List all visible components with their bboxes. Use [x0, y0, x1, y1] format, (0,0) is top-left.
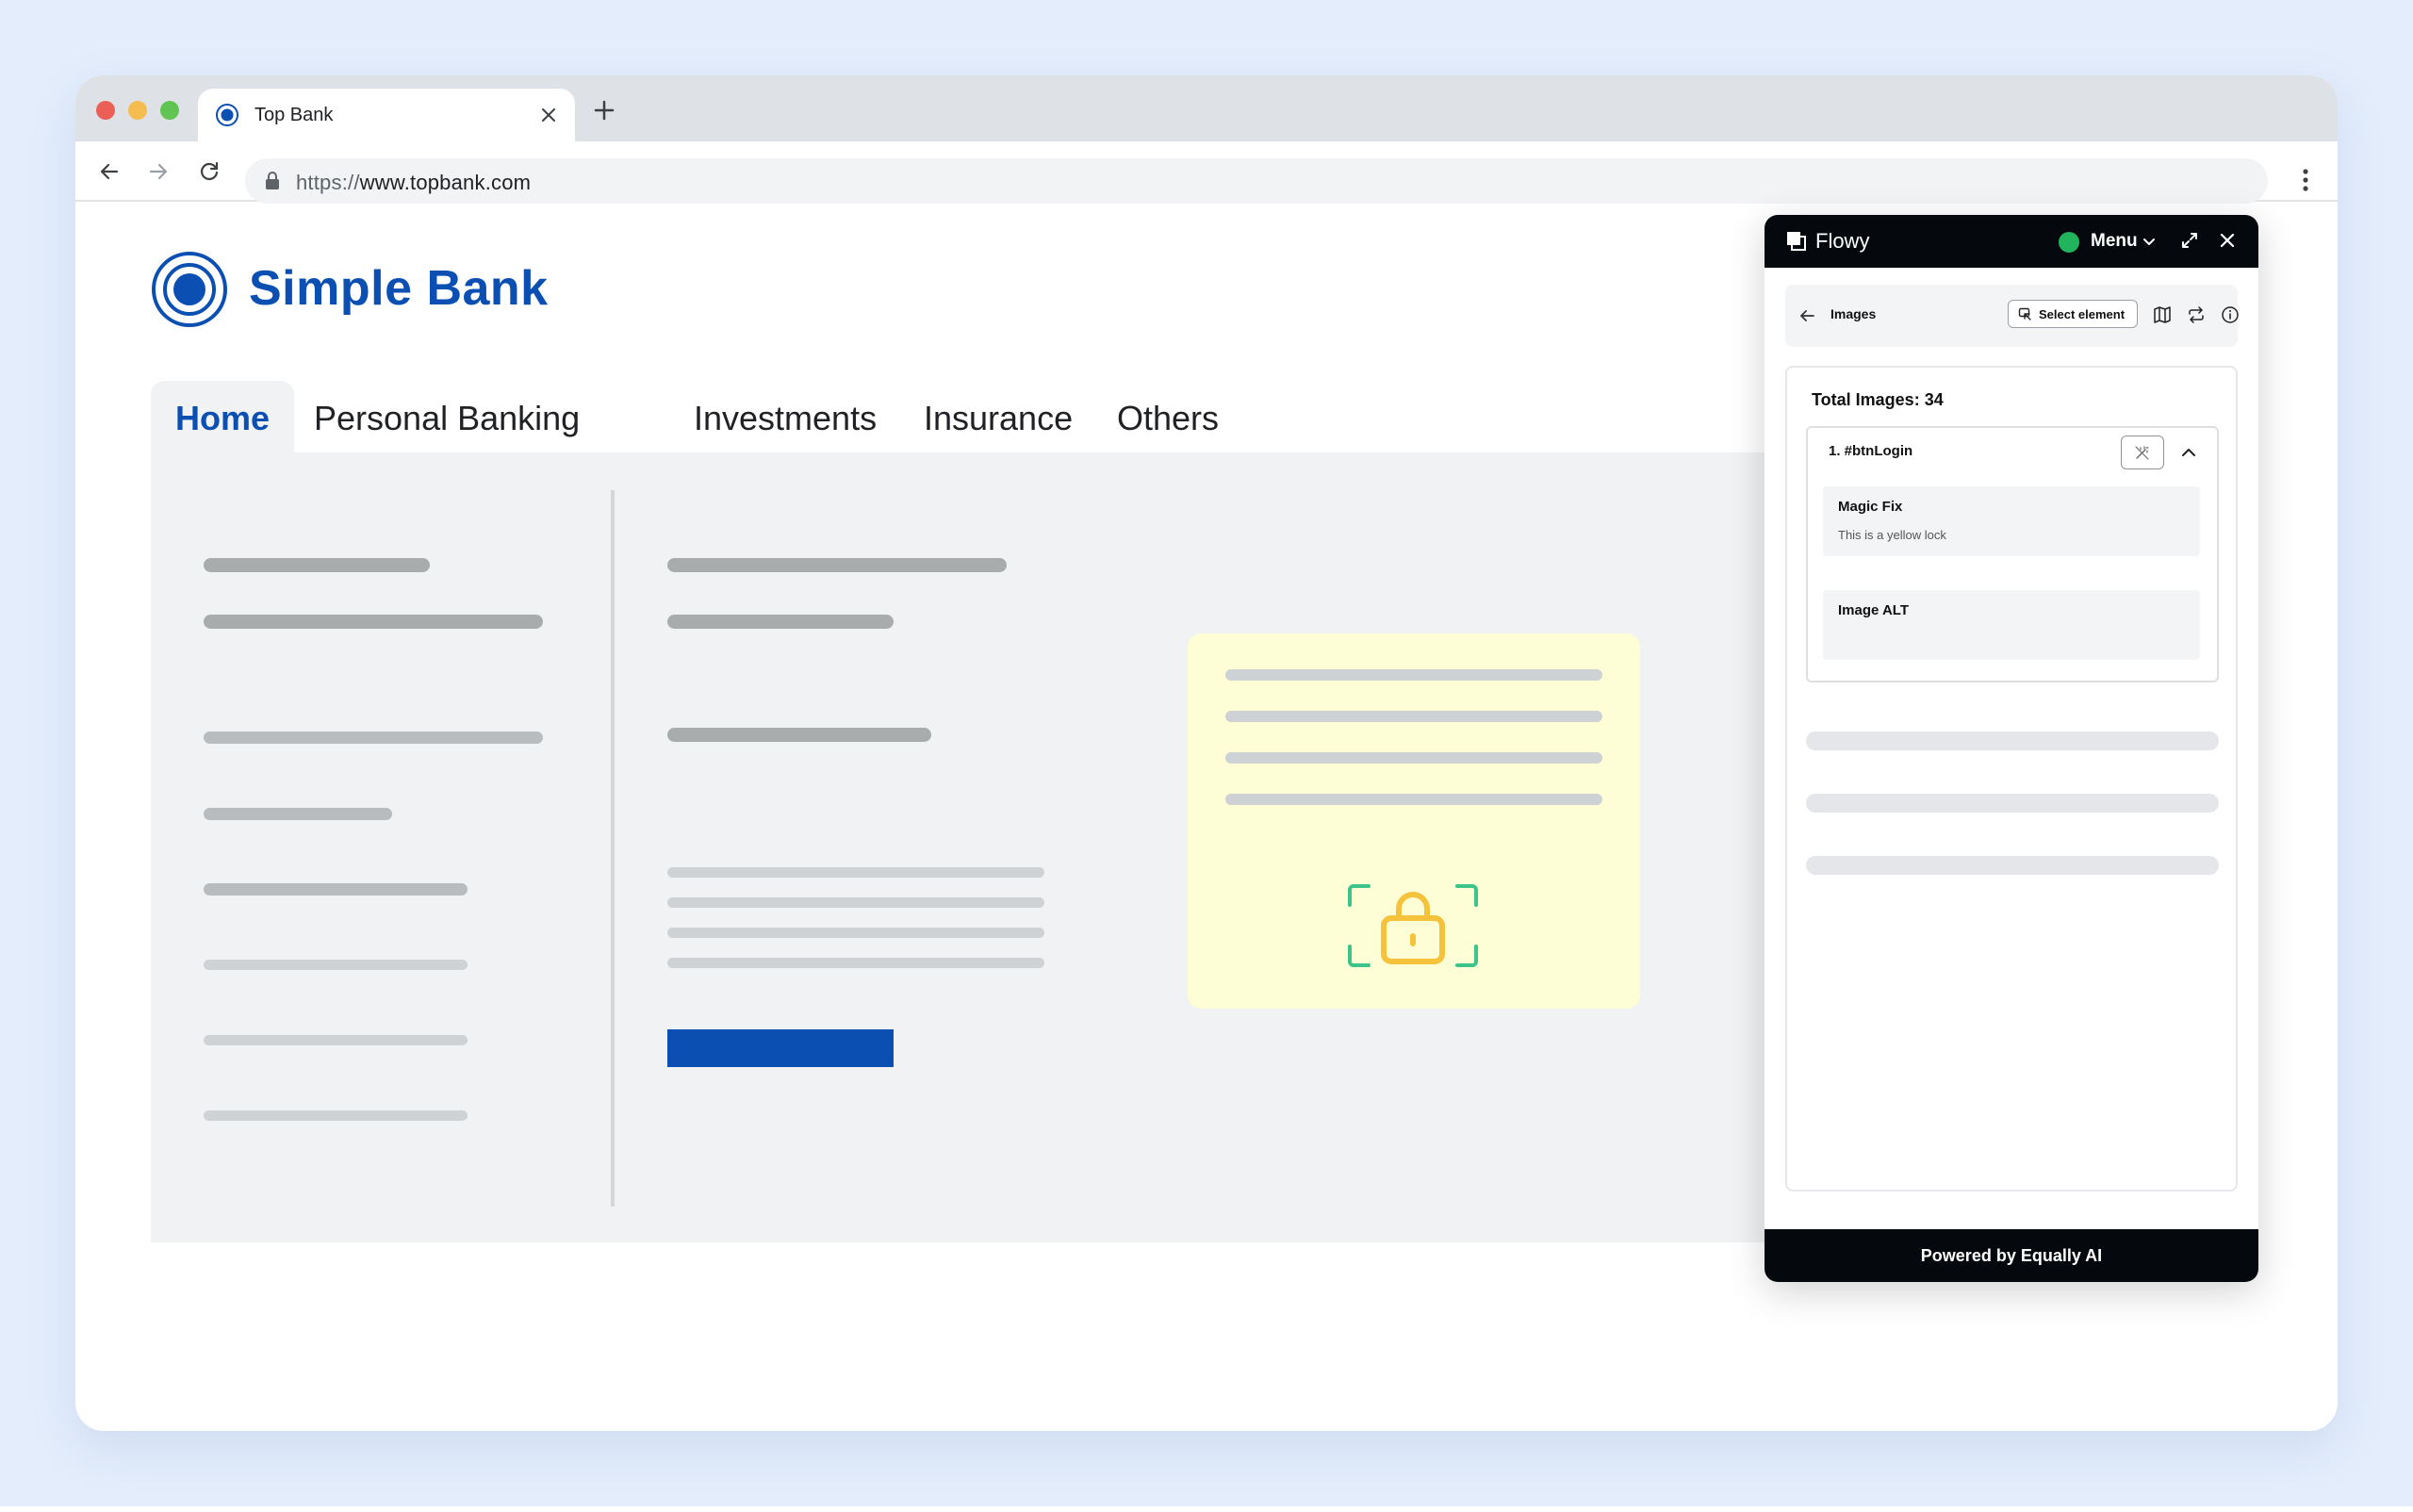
- page-content-placeholder: [151, 452, 1810, 1242]
- column-divider: [611, 490, 615, 1207]
- lock-icon: [266, 172, 279, 189]
- tab-bar: Top Bank: [75, 75, 2338, 141]
- skeleton-row: [1806, 794, 2219, 813]
- back-arrow-icon[interactable]: [96, 158, 123, 185]
- flowy-logo-icon: [1787, 232, 1806, 251]
- skeleton-line: [667, 958, 1044, 968]
- new-tab-icon[interactable]: [592, 98, 616, 123]
- tab-close-icon[interactable]: [535, 102, 562, 128]
- chevron-down-icon[interactable]: [2142, 234, 2157, 249]
- info-icon[interactable]: [2221, 305, 2240, 324]
- skeleton-row: [1806, 731, 2219, 750]
- skeleton-line: [204, 883, 468, 896]
- tab-title: Top Bank: [254, 105, 334, 125]
- skeleton-line: [204, 960, 468, 970]
- skeleton-line: [204, 615, 543, 629]
- magic-fix-value: This is a yellow lock: [1838, 528, 1946, 542]
- flowy-footer: Powered by Equally AI: [1765, 1229, 2258, 1282]
- image-alt-label: Image ALT: [1838, 602, 1910, 618]
- skeleton-line: [1225, 711, 1602, 722]
- image-item-title[interactable]: 1. #btnLogin: [1829, 443, 1912, 459]
- magic-fix-button[interactable]: [2121, 436, 2164, 469]
- magic-fix-label: Magic Fix: [1838, 499, 1903, 515]
- simple-bank-logo-icon: [152, 252, 227, 327]
- chevron-up-icon[interactable]: [2179, 443, 2198, 462]
- select-element-button[interactable]: Select element: [2008, 300, 2138, 328]
- skeleton-line: [667, 928, 1044, 938]
- skeleton-line: [667, 558, 1007, 572]
- close-icon[interactable]: [2217, 230, 2238, 251]
- image-alt-field[interactable]: Image ALT: [1823, 590, 2200, 660]
- reload-icon[interactable]: [196, 158, 222, 185]
- images-subheader: Images Select element: [1785, 285, 2240, 347]
- nav-investments[interactable]: Investments: [694, 381, 877, 456]
- repeat-icon[interactable]: [2187, 305, 2206, 324]
- section-title: Images: [1830, 306, 1877, 321]
- skeleton-line: [1225, 752, 1602, 764]
- address-bar[interactable]: https://www.topbank.com: [245, 158, 2268, 204]
- window-maximize-dot[interactable]: [160, 101, 179, 120]
- cursor-select-icon: [2018, 307, 2031, 320]
- forward-arrow-icon[interactable]: [145, 158, 172, 185]
- status-indicator: [2059, 232, 2079, 253]
- nav-insurance[interactable]: Insurance: [924, 381, 1073, 456]
- back-arrow-icon[interactable]: [1797, 305, 1817, 326]
- nav-others[interactable]: Others: [1117, 381, 1219, 456]
- skeleton-line: [204, 731, 543, 744]
- skeleton-line: [1225, 669, 1602, 681]
- skeleton-line: [667, 897, 1044, 908]
- yellow-lock-icon: [1348, 884, 1478, 967]
- image-item: 1. #btnLogin Magic Fix This is a yellow …: [1806, 426, 2219, 682]
- skeleton-line: [204, 1035, 468, 1045]
- flowy-panel: Flowy Menu Images Select element Total I…: [1765, 215, 2258, 1282]
- highlighted-image-card[interactable]: [1188, 633, 1640, 1009]
- menu-button[interactable]: Menu: [2091, 231, 2138, 252]
- images-card: Total Images: 34 1. #btnLogin Magic Fix …: [1785, 366, 2238, 1192]
- flowy-header: Flowy Menu: [1765, 215, 2258, 268]
- bank-favicon-icon: [216, 104, 238, 126]
- expand-icon[interactable]: [2179, 230, 2200, 251]
- skeleton-line: [667, 867, 1044, 878]
- url-text: https://www.topbank.com: [296, 171, 532, 194]
- page-bottom-strip: [0, 1506, 2413, 1512]
- nav-home[interactable]: Home: [151, 381, 295, 456]
- skeleton-line: [204, 1110, 468, 1121]
- browser-tab[interactable]: Top Bank: [198, 89, 575, 141]
- brand-name: Simple Bank: [249, 261, 549, 316]
- skeleton-line: [204, 558, 430, 572]
- magic-fix-field[interactable]: Magic Fix This is a yellow lock: [1823, 486, 2200, 556]
- nav-personal-banking[interactable]: Personal Banking: [314, 381, 580, 456]
- skeleton-row: [1806, 856, 2219, 875]
- total-images: Total Images: 34: [1812, 390, 1944, 409]
- powered-by-text[interactable]: Powered by Equally AI: [1765, 1246, 2258, 1266]
- flowy-title: Flowy: [1815, 229, 1870, 253]
- skeleton-line: [667, 615, 894, 629]
- skeleton-line: [1225, 794, 1602, 805]
- skeleton-line: [667, 728, 931, 742]
- window-close-dot[interactable]: [96, 101, 115, 120]
- browser-menu-icon[interactable]: [2294, 158, 2317, 202]
- browser-window: Top Bank https://www.topbank.com Simple …: [75, 75, 2338, 1431]
- cta-button-placeholder[interactable]: [667, 1029, 894, 1067]
- window-minimize-dot[interactable]: [128, 101, 147, 120]
- magic-wand-icon: [2135, 446, 2149, 460]
- skeleton-line: [204, 808, 392, 820]
- map-icon[interactable]: [2153, 305, 2172, 324]
